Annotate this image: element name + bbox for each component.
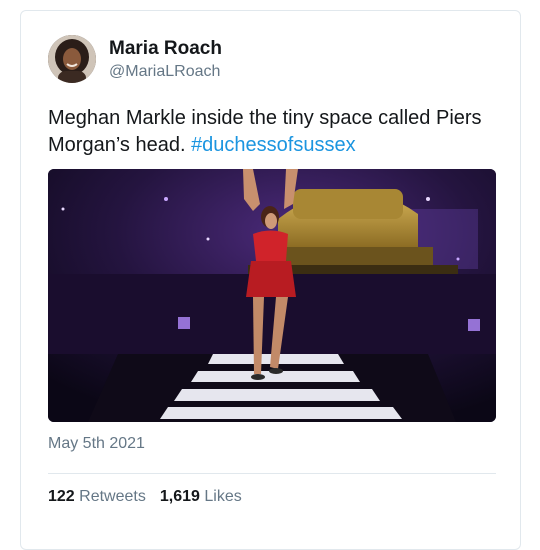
retweets-stat[interactable]: 122 Retweets: [48, 488, 146, 506]
tweet-text: Meghan Markle inside the tiny space call…: [48, 105, 498, 159]
author-handle[interactable]: @MariaLRoach: [109, 61, 222, 83]
media-image: [48, 169, 496, 422]
likes-stat[interactable]: 1,619 Likes: [160, 488, 242, 506]
author-display-name[interactable]: Maria Roach: [109, 38, 222, 60]
tweet-card: Maria Roach @MariaLRoach Meghan Markle i…: [20, 10, 521, 550]
avatar[interactable]: [48, 35, 96, 83]
tweet-media[interactable]: [48, 169, 496, 422]
retweets-count: 122: [48, 488, 75, 505]
tweet-stats: 122 Retweets 1,619 Likes: [48, 488, 256, 506]
divider: [48, 473, 496, 474]
likes-count: 1,619: [159, 488, 200, 505]
hashtag-link[interactable]: #duchessofsussex: [191, 134, 356, 156]
tweet-date[interactable]: May 5th 2021: [48, 435, 145, 453]
likes-label: Likes: [204, 488, 242, 505]
retweets-label: Retweets: [79, 488, 146, 505]
author-info: Maria Roach @MariaLRoach: [109, 38, 222, 83]
avatar-image: [48, 35, 96, 83]
